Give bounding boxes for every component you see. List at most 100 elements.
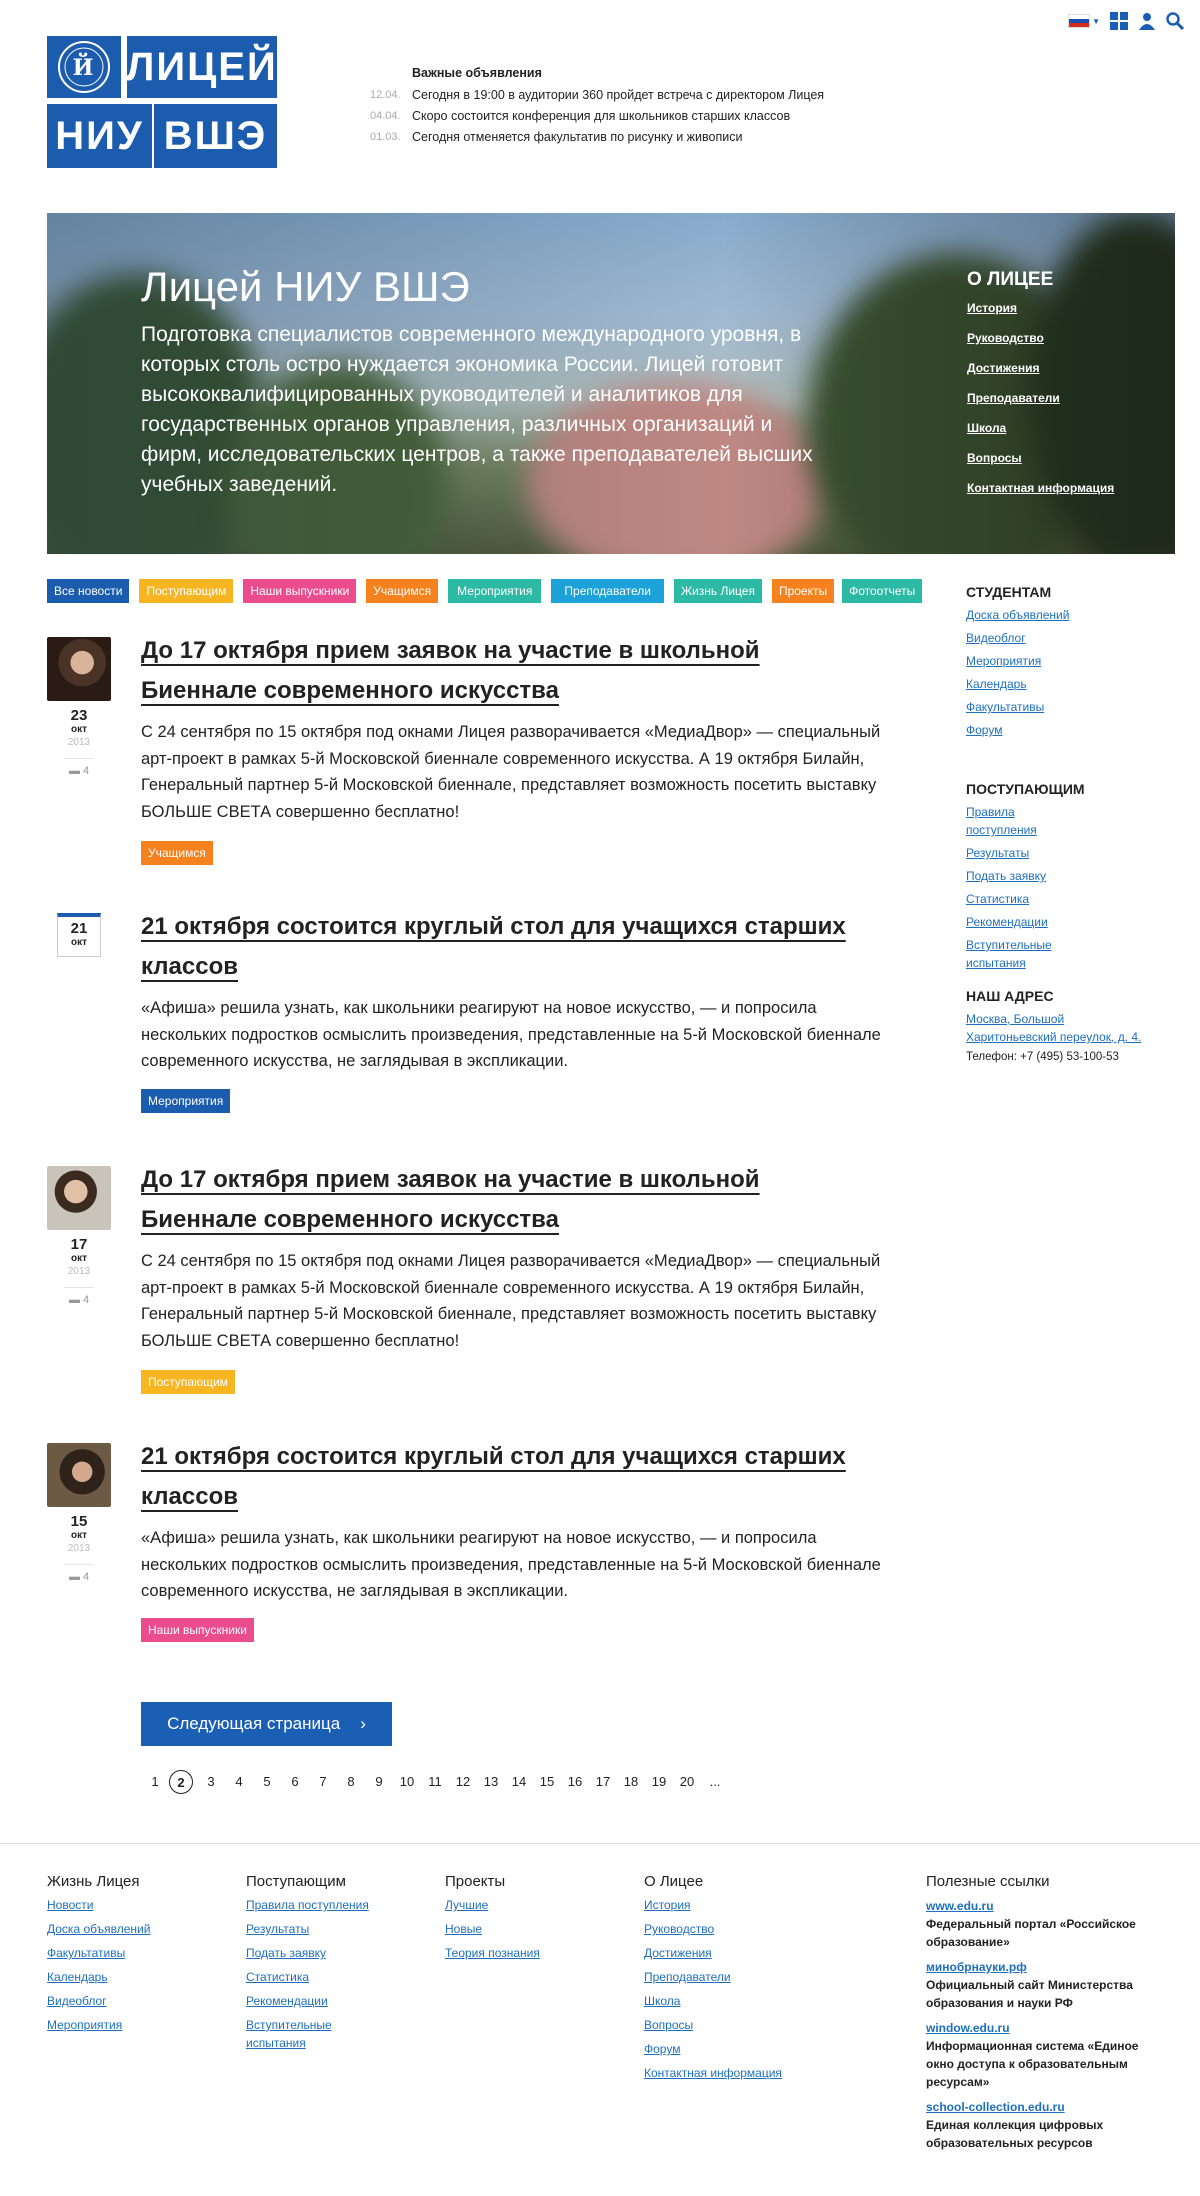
language-switcher[interactable]: ▼ (1068, 14, 1100, 28)
page-link[interactable]: 5 (253, 1770, 281, 1794)
post-comments[interactable]: ▬ 4 (64, 1287, 94, 1306)
post-title[interactable]: До 17 октября прием заявок на участие в … (141, 631, 861, 711)
address-link[interactable]: Москва, Большой Харитоньевский переулок,… (966, 1010, 1156, 1046)
post-title[interactable]: 21 октября состоится круглый стол для уч… (141, 907, 861, 987)
footer-link[interactable]: Правила поступления (246, 1896, 376, 1914)
page-link-current[interactable]: 2 (169, 1770, 193, 1794)
sidebar-link[interactable]: Правила поступления (966, 803, 1086, 839)
sidebar-link[interactable]: Мероприятия (966, 652, 1166, 670)
page-link[interactable]: 13 (477, 1770, 505, 1794)
post-tag[interactable]: Наши выпускники (141, 1618, 254, 1642)
page-link[interactable]: 11 (421, 1770, 449, 1794)
page-link[interactable]: 9 (365, 1770, 393, 1794)
useful-link-url[interactable]: www.edu.ru (926, 1898, 1156, 1915)
hero-menu-link-contacts[interactable]: Контактная информация (967, 481, 1114, 495)
footer-link[interactable]: Теория познания (445, 1944, 595, 1962)
sidebar-link[interactable]: Результаты (966, 844, 1086, 862)
footer-link[interactable]: Новые (445, 1920, 595, 1938)
page-link[interactable]: 19 (645, 1770, 673, 1794)
post-comments[interactable]: ▬ 4 (64, 1564, 94, 1583)
useful-link-url[interactable]: минобрнауки.рф (926, 1959, 1156, 1976)
tag-applicants[interactable]: Поступающим (139, 579, 234, 603)
announcement-text[interactable]: Сегодня отменяется факультатив по рисунк… (412, 130, 742, 144)
announcement-text[interactable]: Скоро состоится конференция для школьник… (412, 109, 790, 123)
sidebar-link[interactable]: Вступительные испытания (966, 936, 1086, 972)
page-link[interactable]: 3 (197, 1770, 225, 1794)
page-link[interactable]: 14 (505, 1770, 533, 1794)
announcement-item[interactable]: 01.03. Сегодня отменяется факультатив по … (370, 126, 824, 147)
page-link[interactable]: 1 (141, 1770, 169, 1794)
footer-link[interactable]: История (644, 1896, 814, 1914)
tag-photo-reports[interactable]: Фотоотчеты (842, 579, 923, 603)
tag-all-news[interactable]: Все новости (47, 579, 130, 603)
tag-events[interactable]: Мероприятия (448, 579, 542, 603)
sidebar-link[interactable]: Видеоблог (966, 629, 1166, 647)
page-link[interactable]: 17 (589, 1770, 617, 1794)
footer-link[interactable]: Руководство (644, 1920, 814, 1938)
page-link[interactable]: 18 (617, 1770, 645, 1794)
post-tag[interactable]: Мероприятия (141, 1089, 231, 1113)
footer-link[interactable]: Статистика (246, 1968, 376, 1986)
sidebar-link[interactable]: Календарь (966, 675, 1166, 693)
footer-link[interactable]: Контактная информация (644, 2064, 814, 2082)
hero-menu-link-questions[interactable]: Вопросы (967, 451, 1114, 465)
hero-menu-link-teachers[interactable]: Преподаватели (967, 391, 1114, 405)
post-thumbnail[interactable] (47, 1166, 111, 1230)
footer-link[interactable]: Календарь (47, 1968, 197, 1986)
footer-link[interactable]: Доска объявлений (47, 1920, 197, 1938)
post-title[interactable]: 21 октября состоится круглый стол для уч… (141, 1437, 861, 1517)
useful-link-url[interactable]: school-collection.edu.ru (926, 2099, 1156, 2116)
footer-link[interactable]: Подать заявку (246, 1944, 376, 1962)
hero-menu-link-achievements[interactable]: Достижения (967, 361, 1114, 375)
useful-link-url[interactable]: window.edu.ru (926, 2020, 1156, 2037)
footer-link[interactable]: Преподаватели (644, 1968, 814, 1986)
post-title[interactable]: До 17 октября прием заявок на участие в … (141, 1160, 861, 1240)
post-comments[interactable]: ▬ 4 (64, 758, 94, 777)
page-link[interactable]: 10 (393, 1770, 421, 1794)
footer-link[interactable]: Рекомендации (246, 1992, 376, 2010)
footer-link[interactable]: Мероприятия (47, 2016, 197, 2034)
page-link[interactable]: 6 (281, 1770, 309, 1794)
footer-link[interactable]: Лучшие (445, 1896, 595, 1914)
footer-link[interactable]: Форум (644, 2040, 814, 2058)
announcement-text[interactable]: Сегодня в 19:00 в аудитории 360 пройдет … (412, 88, 824, 102)
sidebar-link[interactable]: Форум (966, 721, 1166, 739)
footer-link[interactable]: Вопросы (644, 2016, 814, 2034)
page-link[interactable]: 7 (309, 1770, 337, 1794)
page-link[interactable]: 12 (449, 1770, 477, 1794)
sidebar-link[interactable]: Рекомендации (966, 913, 1086, 931)
page-link-more[interactable]: ... (701, 1770, 729, 1794)
next-page-button[interactable]: Следующая страница › (141, 1702, 392, 1746)
sidebar-link[interactable]: Статистика (966, 890, 1086, 908)
hero-menu-link-history[interactable]: История (967, 301, 1114, 315)
post-tag[interactable]: Учащимся (141, 841, 213, 865)
footer-link[interactable]: Факультативы (47, 1944, 197, 1962)
hero-menu-link-management[interactable]: Руководство (967, 331, 1114, 345)
post-thumbnail[interactable] (47, 1443, 111, 1507)
tag-projects[interactable]: Проекты (771, 579, 835, 603)
post-tag[interactable]: Поступающим (141, 1370, 235, 1394)
sidebar-link[interactable]: Доска объявлений (966, 606, 1166, 624)
footer-link[interactable]: Школа (644, 1992, 814, 2010)
tag-lyceum-life[interactable]: Жизнь Лицея (673, 579, 762, 603)
page-link[interactable]: 15 (533, 1770, 561, 1794)
page-link[interactable]: 4 (225, 1770, 253, 1794)
announcement-item[interactable]: 12.04. Сегодня в 19:00 в аудитории 360 пр… (370, 84, 824, 105)
page-link[interactable]: 16 (561, 1770, 589, 1794)
footer-link[interactable]: Видеоблог (47, 1992, 197, 2010)
tag-students[interactable]: Учащимся (366, 579, 439, 603)
grid-icon[interactable] (1110, 12, 1128, 30)
tag-teachers[interactable]: Преподаватели (551, 579, 664, 603)
search-icon[interactable] (1166, 12, 1184, 30)
logo[interactable]: Й ЛИЦЕЙ НИУ ВШЭ (47, 36, 277, 168)
footer-link[interactable]: Достижения (644, 1944, 814, 1962)
post-thumbnail[interactable] (47, 637, 111, 701)
footer-link[interactable]: Вступительные испытания (246, 2016, 376, 2052)
sidebar-link[interactable]: Подать заявку (966, 867, 1086, 885)
sidebar-link[interactable]: Факультативы (966, 698, 1166, 716)
footer-link[interactable]: Результаты (246, 1920, 376, 1938)
announcement-item[interactable]: 04.04. Скоро состоится конференция для шк… (370, 105, 824, 126)
hero-menu-link-school[interactable]: Школа (967, 421, 1114, 435)
user-icon[interactable] (1138, 12, 1156, 30)
page-link[interactable]: 8 (337, 1770, 365, 1794)
